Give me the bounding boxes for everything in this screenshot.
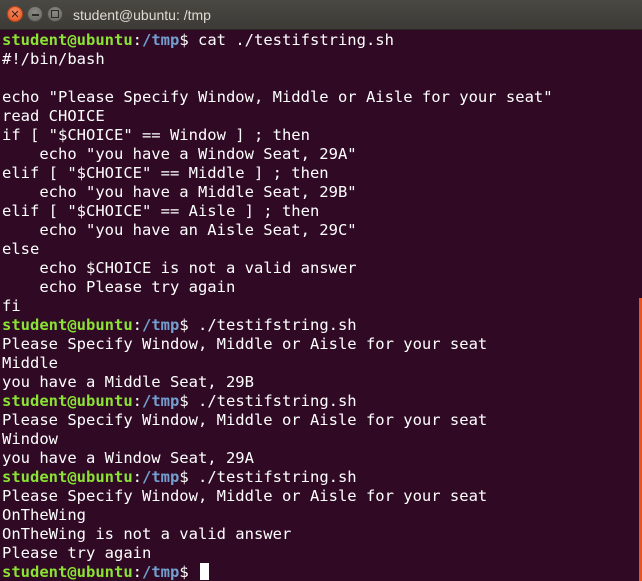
terminal-line: student@ubuntu:/tmp$ ./testifstring.sh xyxy=(2,316,642,335)
command-text: ./testifstring.sh xyxy=(188,316,357,334)
terminal-line: OnTheWing is not a valid answer xyxy=(2,525,292,543)
terminal-line: echo "you have a Middle Seat, 29B" xyxy=(2,183,357,201)
prompt-path: /tmp xyxy=(142,392,180,410)
prompt-path: /tmp xyxy=(142,316,180,334)
prompt-user-host: student@ubuntu xyxy=(2,31,133,49)
terminal-output[interactable]: student@ubuntu:/tmp$ cat ./testifstring.… xyxy=(0,30,642,581)
prompt-suffix: $ xyxy=(179,31,189,49)
terminal-line: if [ "$CHOICE" == Window ] ; then xyxy=(2,126,310,144)
prompt-suffix: $ xyxy=(179,316,189,334)
maximize-icon xyxy=(51,10,59,18)
prompt-path: /tmp xyxy=(142,563,180,581)
terminal-line[interactable]: student@ubuntu:/tmp$ xyxy=(2,563,642,581)
prompt-user-host: student@ubuntu xyxy=(2,468,133,486)
terminal-line: Please Specify Window, Middle or Aisle f… xyxy=(2,487,488,505)
prompt-user-host: student@ubuntu xyxy=(2,392,133,410)
terminal-line: echo "you have a Window Seat, 29A" xyxy=(2,145,357,163)
close-icon: ✕ xyxy=(10,7,20,21)
terminal-line: you have a Window Seat, 29A xyxy=(2,449,254,467)
prompt-user-host: student@ubuntu xyxy=(2,563,133,581)
prompt-separator: : xyxy=(132,316,142,334)
prompt-separator: : xyxy=(132,468,142,486)
prompt-suffix: $ xyxy=(179,392,189,410)
terminal-line: Please Specify Window, Middle or Aisle f… xyxy=(2,335,488,353)
terminal-line: Please try again xyxy=(2,544,152,562)
prompt-user-host: student@ubuntu xyxy=(2,316,133,334)
terminal-line: echo $CHOICE is not a valid answer xyxy=(2,259,357,277)
prompt-separator: : xyxy=(132,563,142,581)
prompt-suffix: $ xyxy=(179,563,189,581)
command-input[interactable] xyxy=(189,563,198,581)
terminal-line: else xyxy=(2,240,40,258)
close-window-button[interactable]: ✕ xyxy=(7,6,23,22)
terminal-line: echo Please try again xyxy=(2,278,236,296)
prompt-separator: : xyxy=(132,31,142,49)
terminal-line: Window xyxy=(2,430,58,448)
minimize-window-button[interactable] xyxy=(27,6,43,22)
prompt-path: /tmp xyxy=(142,31,180,49)
title-bar[interactable]: ✕ student@ubuntu: /tmp xyxy=(0,0,642,30)
terminal-line: elif [ "$CHOICE" == Aisle ] ; then xyxy=(2,202,320,220)
terminal-line: Please Specify Window, Middle or Aisle f… xyxy=(2,411,488,429)
terminal-line: elif [ "$CHOICE" == Middle ] ; then xyxy=(2,164,329,182)
command-text: ./testifstring.sh xyxy=(188,468,357,486)
maximize-window-button[interactable] xyxy=(47,6,63,22)
terminal-line: #!/bin/bash xyxy=(2,50,105,68)
terminal-line: student@ubuntu:/tmp$ ./testifstring.sh xyxy=(2,392,642,411)
command-text: ./testifstring.sh xyxy=(188,392,357,410)
window-title: student@ubuntu: /tmp xyxy=(73,7,211,23)
terminal-line: OnTheWing xyxy=(2,506,86,524)
terminal-line: echo "you have an Aisle Seat, 29C" xyxy=(2,221,357,239)
prompt-suffix: $ xyxy=(179,468,189,486)
terminal-line: echo "Please Specify Window, Middle or A… xyxy=(2,88,553,106)
terminal-line: fi xyxy=(2,297,21,315)
prompt-separator: : xyxy=(132,392,142,410)
terminal-line: student@ubuntu:/tmp$ cat ./testifstring.… xyxy=(2,31,642,50)
prompt-path: /tmp xyxy=(142,468,180,486)
text-cursor xyxy=(200,563,210,580)
terminal-line: Middle xyxy=(2,354,58,372)
command-text: cat ./testifstring.sh xyxy=(188,31,394,49)
terminal-window: ✕ student@ubuntu: /tmp student@ubuntu:/t… xyxy=(0,0,642,581)
terminal-line: you have a Middle Seat, 29B xyxy=(2,373,254,391)
minimize-icon xyxy=(31,13,39,16)
terminal-line: read CHOICE xyxy=(2,107,105,125)
terminal-line: student@ubuntu:/tmp$ ./testifstring.sh xyxy=(2,468,642,487)
